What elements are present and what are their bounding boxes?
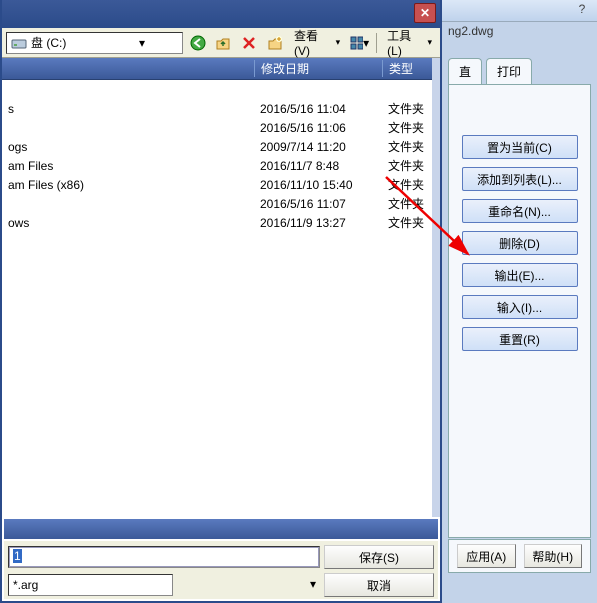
cell-name: am Files bbox=[2, 159, 254, 173]
tab-partial[interactable]: 直 bbox=[448, 58, 482, 84]
cell-date: 2016/11/7 8:48 bbox=[254, 159, 382, 173]
table-row[interactable]: 2016/5/16 11:06文件夹 bbox=[2, 118, 432, 137]
bg-filename: ng2.dwg bbox=[442, 22, 597, 40]
new-folder-icon[interactable] bbox=[264, 32, 286, 54]
views-icon[interactable]: ▾ bbox=[348, 32, 370, 54]
list-header: 修改日期 类型 bbox=[2, 58, 432, 80]
cell-name: ogs bbox=[2, 140, 254, 154]
drive-icon bbox=[11, 35, 27, 51]
cell-type: 文件夹 bbox=[382, 100, 432, 117]
address-dropdown[interactable]: 盘 (C:) ▾ bbox=[6, 32, 183, 54]
options-panel: ? ng2.dwg 直 打印 置为当前(C) 添加到列表(L)... 重命名(N… bbox=[442, 0, 597, 603]
options-footer: 应用(A) 帮助(H) bbox=[448, 539, 591, 573]
filetype-select[interactable] bbox=[8, 574, 173, 596]
cell-date: 2009/7/14 11:20 bbox=[254, 140, 382, 154]
separator bbox=[376, 33, 377, 53]
file-list: 修改日期 类型 s2016/5/16 11:04文件夹2016/5/16 11:… bbox=[2, 58, 432, 517]
cell-type: 文件夹 bbox=[382, 214, 432, 231]
help-button[interactable]: 帮助(H) bbox=[524, 544, 583, 568]
delete-icon[interactable] bbox=[238, 32, 260, 54]
cell-name: ows bbox=[2, 216, 254, 230]
cell-type: 文件夹 bbox=[382, 119, 432, 136]
tools-menu[interactable]: 工具(L)▾ bbox=[383, 27, 436, 58]
cell-type: 文件夹 bbox=[382, 138, 432, 155]
table-row[interactable]: ows2016/11/9 13:27文件夹 bbox=[2, 213, 432, 232]
up-folder-icon[interactable] bbox=[213, 32, 235, 54]
cell-date: 2016/11/9 13:27 bbox=[254, 216, 382, 230]
table-row[interactable]: am Files (x86)2016/11/10 15:40文件夹 bbox=[2, 175, 432, 194]
set-current-button[interactable]: 置为当前(C) bbox=[462, 135, 578, 159]
tab-print[interactable]: 打印 bbox=[486, 58, 532, 84]
delete-button[interactable]: 删除(D) bbox=[462, 231, 578, 255]
tab-strip: 直 打印 bbox=[442, 40, 597, 84]
close-icon[interactable]: ✕ bbox=[414, 3, 436, 23]
table-row[interactable]: ogs2009/7/14 11:20文件夹 bbox=[2, 137, 432, 156]
rename-button[interactable]: 重命名(N)... bbox=[462, 199, 578, 223]
cell-type: 文件夹 bbox=[382, 195, 432, 212]
col-type[interactable]: 类型 bbox=[382, 60, 432, 77]
scrollbar[interactable] bbox=[432, 58, 440, 517]
cancel-button[interactable]: 取消 bbox=[324, 573, 434, 597]
import-button[interactable]: 输入(I)... bbox=[462, 295, 578, 319]
cell-name: am Files (x86) bbox=[2, 178, 254, 192]
save-button[interactable]: 保存(S) bbox=[324, 545, 434, 569]
chevron-down-icon: ▾ bbox=[336, 37, 341, 48]
cell-date: 2016/5/16 11:06 bbox=[254, 121, 382, 135]
cell-date: 2016/5/16 11:07 bbox=[254, 197, 382, 211]
save-dialog: ✕ 盘 (C:) ▾ 查看(V)▾ ▾ 工具(L)▾ 修改日期 类型 s2016… bbox=[0, 0, 442, 603]
dialog-divider bbox=[4, 519, 438, 539]
apply-button[interactable]: 应用(A) bbox=[457, 544, 516, 568]
add-to-list-button[interactable]: 添加到列表(L)... bbox=[462, 167, 578, 191]
dialog-toolbar: 盘 (C:) ▾ 查看(V)▾ ▾ 工具(L)▾ bbox=[2, 28, 440, 58]
options-body: 置为当前(C) 添加到列表(L)... 重命名(N)... 删除(D) 输出(E… bbox=[448, 84, 591, 538]
table-row[interactable]: s2016/5/16 11:04文件夹 bbox=[2, 99, 432, 118]
address-label: 盘 (C:) bbox=[31, 34, 102, 51]
bg-help-icon[interactable]: ? bbox=[573, 2, 591, 20]
chevron-down-icon: ▾ bbox=[363, 36, 369, 50]
reset-button[interactable]: 重置(R) bbox=[462, 327, 578, 351]
chevron-down-icon: ▾ bbox=[106, 36, 177, 50]
cell-type: 文件夹 bbox=[382, 157, 432, 174]
table-row[interactable]: 2016/5/16 11:07文件夹 bbox=[2, 194, 432, 213]
cell-name: s bbox=[2, 102, 254, 116]
cell-type: 文件夹 bbox=[382, 176, 432, 193]
view-menu[interactable]: 查看(V)▾ bbox=[290, 27, 344, 58]
dialog-titlebar: ✕ bbox=[2, 0, 440, 28]
back-icon[interactable] bbox=[187, 32, 209, 54]
export-button[interactable]: 输出(E)... bbox=[462, 263, 578, 287]
dialog-footer: 1 保存(S) 取消 bbox=[4, 541, 438, 599]
cell-date: 2016/11/10 15:40 bbox=[254, 178, 382, 192]
table-row[interactable]: am Files2016/11/7 8:48文件夹 bbox=[2, 156, 432, 175]
table-row[interactable] bbox=[2, 80, 432, 99]
chevron-down-icon: ▾ bbox=[427, 37, 432, 48]
cell-date: 2016/5/16 11:04 bbox=[254, 102, 382, 116]
filename-input[interactable] bbox=[8, 546, 320, 568]
col-date[interactable]: 修改日期 bbox=[254, 60, 382, 77]
bg-titlebar: ? bbox=[442, 0, 597, 22]
